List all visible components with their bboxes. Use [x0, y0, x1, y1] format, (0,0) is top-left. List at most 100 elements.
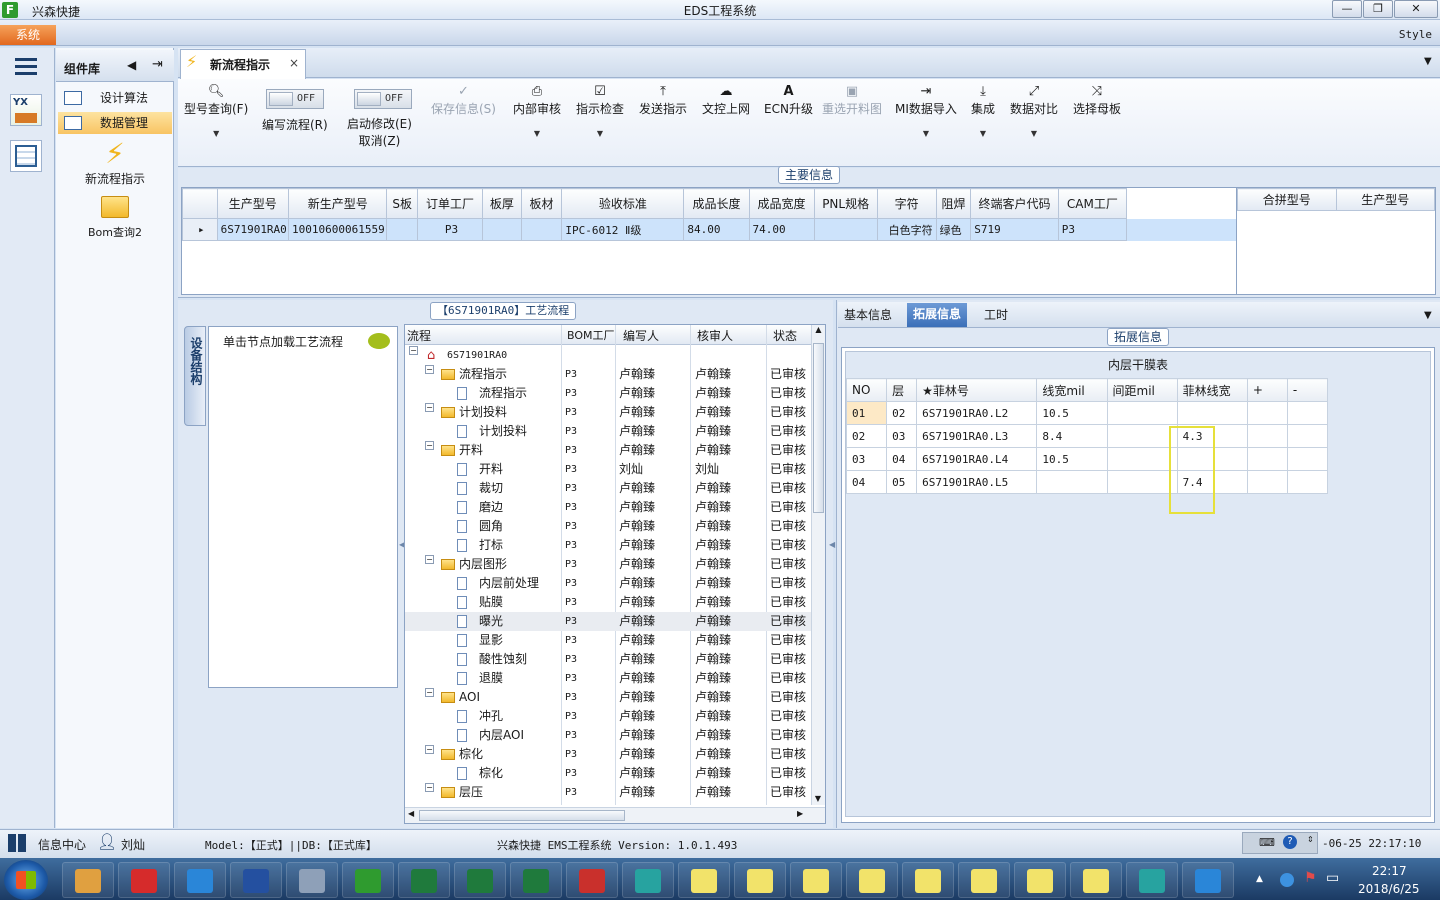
column-header[interactable]: 核审人 [697, 327, 733, 344]
calculator-icon[interactable] [10, 140, 42, 172]
tree-row[interactable]: 裁切 P3 卢翰臻 卢翰臻 已审核 [405, 479, 815, 498]
splitter-handle-icon[interactable]: ◀ [829, 540, 835, 549]
tree-row[interactable]: 流程指示 P3 卢翰臻 卢翰臻 已审核 [405, 384, 815, 403]
hamburger-menu-icon[interactable] [15, 58, 37, 75]
table-cell[interactable]: 10.5 [1036, 401, 1108, 425]
column-header[interactable]: S板 [386, 188, 418, 219]
taskbar-app-button[interactable] [566, 862, 618, 898]
tab-basic-info[interactable]: 基本信息 [840, 306, 896, 323]
table-cell[interactable]: P3 [1057, 218, 1128, 241]
column-header[interactable]: 终端客户代码 [970, 188, 1059, 219]
table-cell[interactable] [1036, 470, 1108, 494]
style-menu[interactable]: Style [1399, 28, 1432, 41]
table-cell[interactable]: 04 [886, 447, 918, 471]
equipment-structure-tab[interactable]: 设备结构 [184, 326, 206, 426]
table-cell[interactable]: IPC-6012 Ⅱ级 [561, 218, 685, 241]
taskbar-app-button[interactable] [454, 862, 506, 898]
tree-row[interactable]: − AOI P3 卢翰臻 卢翰臻 已审核 [405, 688, 815, 707]
equipment-tree[interactable] [208, 326, 398, 688]
column-header[interactable]: NO [845, 378, 888, 402]
chevron-down-icon[interactable]: ▼ [1424, 310, 1432, 321]
reselect-cut-drawing-button[interactable]: ▣ 重选开料图 [822, 84, 882, 117]
table-cell[interactable]: 6S71901RA0.L5 [916, 470, 1038, 494]
write-process-toggle[interactable]: OFF [266, 89, 324, 109]
select-mother-board-button[interactable]: ⤨ 选择母板 [1073, 84, 1121, 117]
taskbar-app-button[interactable] [622, 862, 674, 898]
column-header[interactable]: 字符 [876, 188, 937, 219]
taskbar-app-button[interactable] [62, 862, 114, 898]
table-cell[interactable] [1246, 470, 1288, 494]
table-cell[interactable] [1286, 401, 1329, 425]
tree-row[interactable]: − 开料 P3 卢翰臻 卢翰臻 已审核 [405, 441, 815, 460]
grid-icon[interactable] [8, 834, 28, 852]
scroll-down-icon[interactable]: ▼ [812, 794, 824, 803]
table-cell[interactable] [1246, 401, 1288, 425]
tab-close-icon[interactable]: × [289, 56, 299, 70]
table-cell[interactable]: 绿色 [935, 218, 972, 241]
table-cell[interactable]: 6S71901RA0.L4 [916, 447, 1038, 471]
column-header[interactable]: CAM工厂 [1057, 188, 1128, 219]
tree-row[interactable]: − 层压 P3 卢翰臻 卢翰臻 已审核 [405, 783, 815, 802]
table-cell[interactable]: 01 [845, 401, 888, 425]
taskbar-app-button[interactable] [510, 862, 562, 898]
column-header[interactable]: 成品宽度 [748, 188, 815, 219]
taskbar-app-button[interactable] [230, 862, 282, 898]
table-cell[interactable]: 84.00 [683, 218, 750, 241]
vertical-scrollbar[interactable]: ▲ ▼ [811, 325, 825, 805]
taskbar-app-button[interactable] [958, 862, 1010, 898]
minimize-button[interactable]: — [1332, 0, 1362, 18]
scroll-up-icon[interactable]: ▲ [812, 325, 825, 334]
help-icon[interactable]: ? [1283, 835, 1297, 849]
scroll-thumb[interactable] [419, 810, 625, 821]
tree-root[interactable]: − ⌂ 6S71901RA0 [405, 346, 815, 365]
table-cell[interactable] [813, 218, 878, 241]
collapse-icon[interactable]: − [425, 688, 434, 697]
tree-row[interactable]: − 流程指示 P3 卢翰臻 卢翰臻 已审核 [405, 365, 815, 384]
table-cell[interactable] [386, 218, 418, 241]
table-row[interactable]: 02 03 6S71901RA0.L3 8.4 4.3 [845, 424, 1329, 448]
internal-review-button[interactable]: ⎙ 内部审核 ▼ [513, 84, 561, 138]
model-query-button[interactable]: 🔍︎ 型号查询(F) ▼ [184, 84, 248, 138]
table-cell[interactable]: 10.5 [1036, 447, 1108, 471]
taskbar-app-button[interactable] [174, 862, 226, 898]
table-cell[interactable] [1106, 424, 1178, 448]
table-cell[interactable] [520, 218, 563, 241]
shortcut-bom-query[interactable]: Bom查询2 [56, 196, 174, 240]
sidebar-item-data-management[interactable]: 数据管理 [58, 112, 172, 134]
column-header[interactable]: 生产型号 [1335, 188, 1435, 211]
table-row[interactable]: 04 05 6S71901RA0.L5 7.4 [845, 470, 1329, 494]
column-header[interactable]: BOM工厂 [567, 327, 615, 343]
collapse-icon[interactable]: − [425, 441, 434, 450]
tree-row[interactable]: 圆角 P3 卢翰臻 卢翰臻 已审核 [405, 517, 815, 536]
start-button[interactable] [4, 860, 48, 900]
table-cell[interactable]: 10010600061559 [288, 218, 388, 241]
ecn-upgrade-button[interactable]: A ECN升级 [764, 84, 813, 117]
column-header[interactable]: 间距mil [1106, 378, 1178, 402]
table-cell[interactable] [1176, 447, 1248, 471]
table-cell[interactable] [1106, 470, 1178, 494]
factory-icon[interactable]: YX [10, 94, 42, 126]
column-header[interactable]: 订单工厂 [416, 188, 484, 219]
column-header[interactable]: 新生产型号 [288, 188, 388, 219]
table-cell[interactable]: P3 [416, 218, 484, 241]
table-cell[interactable]: 白色字符 [876, 218, 937, 241]
taskbar-app-button[interactable] [118, 862, 170, 898]
table-cell[interactable] [482, 218, 522, 241]
taskbar-date[interactable]: 2018/6/25 [1358, 882, 1420, 896]
tree-row[interactable]: 退膜 P3 卢翰臻 卢翰臻 已审核 [405, 669, 815, 688]
start-modify-toggle[interactable]: OFF [354, 89, 412, 109]
shortcut-new-process[interactable]: ⚡ 新流程指示 [56, 138, 174, 187]
table-cell[interactable]: 6S71901RA0 [216, 218, 290, 241]
tree-row[interactable]: 酸性蚀刻 P3 卢翰臻 卢翰臻 已审核 [405, 650, 815, 669]
collapse-icon[interactable]: − [425, 403, 434, 412]
tree-row[interactable]: − 内层图形 P3 卢翰臻 卢翰臻 已审核 [405, 555, 815, 574]
tree-row[interactable]: 冲孔 P3 卢翰臻 卢翰臻 已审核 [405, 707, 815, 726]
table-row[interactable]: 03 04 6S71901RA0.L4 10.5 [845, 447, 1329, 471]
table-cell[interactable]: 03 [886, 424, 918, 448]
spinner-icon[interactable]: ⇕ [1307, 835, 1314, 844]
tree-row[interactable]: 内层AOI P3 卢翰臻 卢翰臻 已审核 [405, 726, 815, 745]
table-cell[interactable]: 04 [845, 470, 888, 494]
taskbar-app-button[interactable] [398, 862, 450, 898]
horizontal-scrollbar[interactable]: ◀ ▶ [405, 807, 825, 823]
scroll-thumb[interactable] [813, 343, 824, 513]
